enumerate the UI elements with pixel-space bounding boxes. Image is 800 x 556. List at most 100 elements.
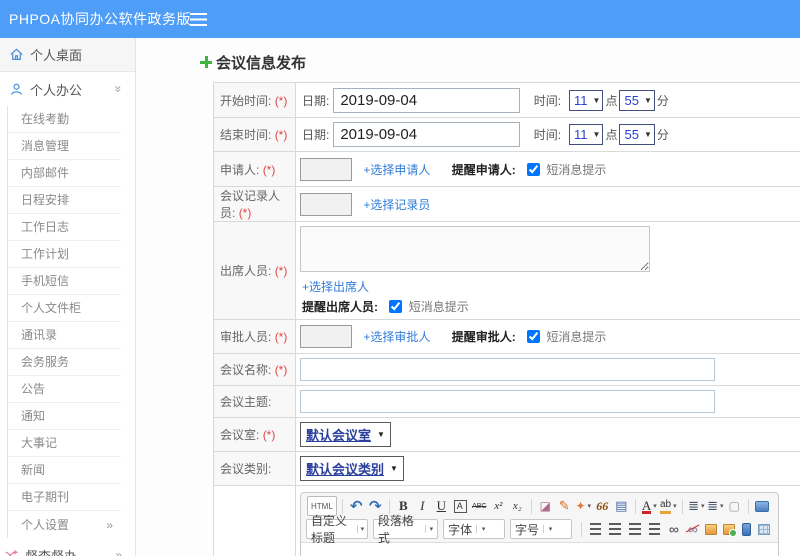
- hamburger-menu-icon[interactable]: [190, 13, 207, 26]
- paste-icon[interactable]: ▤: [613, 496, 630, 516]
- fullscreen-button[interactable]: [754, 496, 771, 516]
- pick-attendees-link[interactable]: +选择出席人: [302, 280, 369, 294]
- field-label: 会议名称:: [220, 363, 272, 377]
- font-color-button[interactable]: A ▾: [641, 496, 658, 516]
- end-date-input[interactable]: [333, 122, 521, 147]
- meeting-category-select[interactable]: 默认会议类别 ▼: [300, 456, 404, 481]
- sidebar-item-personal-desktop[interactable]: 个人桌面: [0, 38, 135, 72]
- sidebar-item-memorabilia[interactable]: 大事记: [8, 430, 121, 457]
- sidebar-item-announcements[interactable]: 公告: [8, 376, 121, 403]
- caret-down-icon: ▾: [424, 525, 438, 533]
- minute-unit: 分: [656, 93, 669, 108]
- paragraph-format-select[interactable]: 段落格式 ▾: [372, 514, 439, 545]
- remind-attendees-label: 提醒出席人员:: [302, 300, 378, 314]
- sidebar-item-schedule[interactable]: 日程安排: [8, 187, 121, 214]
- sidebar-item-notices[interactable]: 通知: [8, 403, 121, 430]
- blockquote-button[interactable]: 66: [594, 496, 611, 516]
- insert-table-button[interactable]: [758, 523, 771, 535]
- start-date-input[interactable]: [333, 87, 521, 113]
- sidebar-item-personal-settings[interactable]: 个人设置 »: [8, 511, 121, 538]
- caret-down-icon: ▾: [587, 503, 592, 510]
- strikethrough-button[interactable]: ABC: [471, 496, 488, 516]
- align-justify-button[interactable]: [648, 523, 661, 535]
- sidebar-item-internal-mail[interactable]: 内部邮件: [8, 160, 121, 187]
- chevron-down-icon: »: [111, 85, 126, 93]
- time-label: 时间:: [533, 93, 562, 108]
- sidebar-item-messages[interactable]: 消息管理: [8, 133, 121, 160]
- caret-down-icon: ▼: [592, 95, 601, 105]
- start-hour-select[interactable]: 11 ▼: [569, 89, 604, 111]
- applicant-sms-checkbox[interactable]: [527, 162, 541, 176]
- caret-down-icon: ▼: [643, 130, 652, 139]
- attendees-textarea[interactable]: [300, 226, 650, 272]
- caret-down-icon: ▼: [377, 430, 385, 439]
- end-minute-select[interactable]: 55 ▼: [619, 124, 655, 145]
- align-center-button[interactable]: [609, 523, 622, 535]
- add-icon: [200, 56, 212, 68]
- required-mark: (*): [262, 428, 276, 442]
- insert-image-button[interactable]: [705, 523, 718, 535]
- required-mark: (*): [274, 330, 288, 344]
- sidebar-item-work-log[interactable]: 工作日志: [8, 214, 121, 241]
- sidebar-item-supervision[interactable]: 督查督办 »: [0, 538, 135, 556]
- topbar: PHPOA协同办公软件政务版: [0, 0, 800, 38]
- pick-applicant-link[interactable]: +选择申请人: [363, 163, 430, 177]
- pick-recorder-link[interactable]: +选择记录员: [363, 198, 430, 212]
- insert-link-button[interactable]: ∞: [665, 519, 682, 539]
- sidebar-item-sms[interactable]: 手机短信: [8, 268, 121, 295]
- meeting-room-select[interactable]: 默认会议室 ▼: [300, 422, 391, 447]
- editor-toolbar-row-2: 自定义标题 ▾ 段落格式 ▾ 字体 ▾ 字号 ▾ ∞ ∞: [301, 514, 778, 545]
- unordered-list-button[interactable]: ≣ ▾: [707, 496, 724, 516]
- approver-sms-checkbox[interactable]: [527, 330, 541, 343]
- meeting-form: 开始时间: (*) 日期: 时间:11▼点55▼分 结束时间: (*) 日期: …: [213, 82, 800, 556]
- start-minute-select[interactable]: 55 ▼: [619, 89, 655, 111]
- highlight-color-button[interactable]: ab ▾: [659, 496, 677, 516]
- attendees-sms-checkbox[interactable]: [389, 300, 403, 313]
- align-right-button[interactable]: [629, 523, 641, 535]
- superscript-button[interactable]: x²: [490, 496, 507, 516]
- pick-approver-link[interactable]: +选择审批人: [363, 330, 430, 344]
- sidebar-item-contacts[interactable]: 通讯录: [8, 322, 121, 349]
- sidebar-item-news[interactable]: 新闻: [8, 457, 121, 484]
- caret-down-icon: ▾: [673, 503, 677, 510]
- end-hour-select[interactable]: 11 ▼: [569, 124, 604, 145]
- sidebar-item-personal-office[interactable]: 个人办公 »: [0, 72, 135, 106]
- required-mark: (*): [274, 93, 288, 108]
- subscript-button[interactable]: x₂: [509, 496, 526, 516]
- sidebar-submenu: 在线考勤 消息管理 内部邮件 日程安排 工作日志 工作计划 手机短信 个人文件柜…: [7, 106, 135, 538]
- heading-style-select[interactable]: 自定义标题 ▾: [306, 514, 368, 545]
- minute-unit: 分: [656, 128, 669, 142]
- sidebar-item-file-cabinet[interactable]: 个人文件柜: [8, 295, 121, 322]
- meeting-name-input[interactable]: [300, 358, 715, 381]
- eraser-icon[interactable]: ◪: [537, 496, 554, 516]
- insert-media-button[interactable]: [742, 522, 752, 536]
- upload-image-button[interactable]: [723, 523, 738, 537]
- caret-down-icon: ▾: [476, 525, 490, 533]
- color-style-button[interactable]: ✦ ▾: [575, 496, 592, 516]
- new-page-button[interactable]: ▢: [726, 496, 743, 516]
- meeting-subject-input[interactable]: [300, 390, 715, 413]
- required-mark: (*): [274, 128, 288, 142]
- sidebar-item-attendance[interactable]: 在线考勤: [8, 106, 121, 133]
- remove-link-button[interactable]: ∞: [684, 519, 701, 539]
- sidebar-item-e-journal[interactable]: 电子期刊: [8, 484, 121, 511]
- ordered-list-button[interactable]: ≣ ▾: [688, 496, 705, 516]
- approver-input[interactable]: [300, 325, 352, 348]
- applicant-input[interactable]: [300, 157, 352, 181]
- field-label: 会议类别:: [220, 462, 272, 476]
- shuffle-icon: [3, 547, 19, 556]
- recorder-input[interactable]: [300, 192, 352, 216]
- underline-button[interactable]: U: [433, 496, 450, 516]
- required-mark: (*): [274, 363, 288, 377]
- format-brush-icon[interactable]: ✎: [556, 496, 573, 516]
- caret-down-icon: ▼: [390, 464, 398, 473]
- font-family-select[interactable]: 字体 ▾: [443, 519, 506, 539]
- font-size-select[interactable]: 字号 ▾: [510, 519, 572, 539]
- align-left-button[interactable]: [589, 523, 602, 535]
- editor-content-area[interactable]: [301, 542, 778, 556]
- font-border-button[interactable]: A: [453, 499, 467, 513]
- chevron-right-icon: »: [115, 548, 122, 556]
- sidebar-item-meeting-services[interactable]: 会务服务: [8, 349, 121, 376]
- sidebar-item-work-plan[interactable]: 工作计划: [8, 241, 121, 268]
- required-mark: (*): [274, 264, 288, 278]
